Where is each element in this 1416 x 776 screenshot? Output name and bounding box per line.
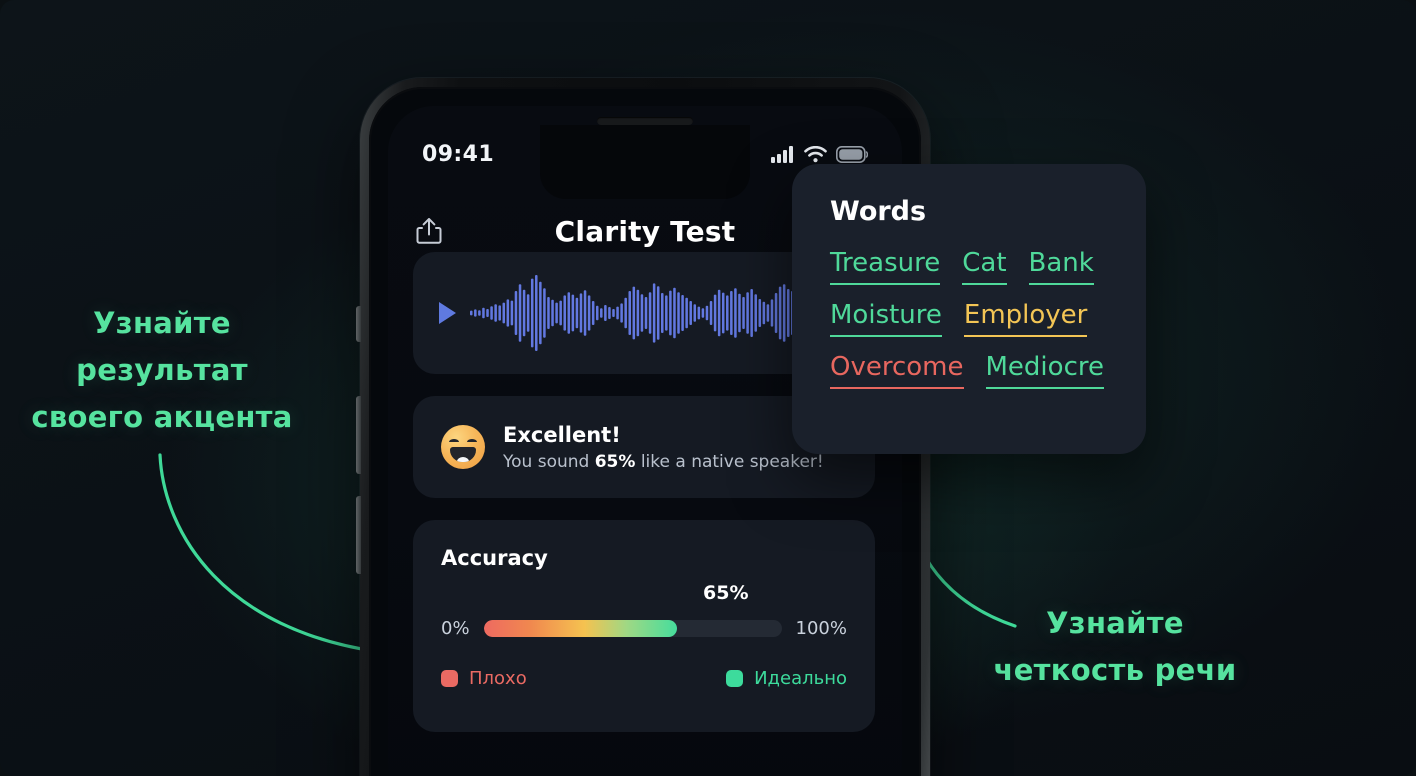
accuracy-value: 65% <box>703 582 749 604</box>
feedback-subtitle-suffix: like a native speaker! <box>635 451 824 472</box>
feedback-subtitle: You sound 65% like a native speaker! <box>503 452 824 472</box>
emoji-eye-right <box>467 439 477 445</box>
word-chip[interactable]: Treasure <box>830 248 941 286</box>
promo-text-left: Узнайте результат своего акцента <box>31 306 293 434</box>
emoji-tongue <box>457 457 469 462</box>
phone-volume-down-button[interactable] <box>356 496 361 574</box>
accuracy-card: Accuracy 65% 0% 100% Плохо Идеально <box>413 520 875 732</box>
word-chip[interactable]: Overcome <box>830 353 964 390</box>
share-icon <box>416 218 442 244</box>
feedback-subtitle-prefix: You sound <box>503 451 595 472</box>
accuracy-max-label: 100% <box>795 618 847 639</box>
legend-swatch-perfect <box>726 670 744 687</box>
word-chip[interactable]: Bank <box>1028 248 1094 286</box>
feedback-text: Excellent! You sound 65% like a native s… <box>503 423 824 472</box>
legend-swatch-poor <box>441 670 458 687</box>
status-time: 09:41 <box>422 141 495 167</box>
phone-volume-up-button[interactable] <box>356 396 361 474</box>
word-chip[interactable]: Cat <box>962 248 1007 286</box>
accuracy-progress-fill <box>483 620 678 637</box>
accuracy-legend: Плохо Идеально <box>441 668 847 689</box>
cellular-signal-icon <box>771 145 793 163</box>
accuracy-min-label: 0% <box>441 618 470 639</box>
word-chip[interactable]: Employer <box>963 301 1088 338</box>
wifi-icon <box>804 145 827 162</box>
share-button[interactable] <box>412 214 446 248</box>
accuracy-title: Accuracy <box>441 546 548 570</box>
battery-icon <box>836 145 868 163</box>
legend-label-perfect: Идеально <box>754 668 847 689</box>
emoji-eye-left <box>449 439 459 445</box>
words-card: Words Treasure Cat Bank Moisture Employer Ove… <box>792 164 1146 454</box>
word-chip[interactable]: Moisture <box>830 301 942 338</box>
feedback-title: Excellent! <box>503 422 621 447</box>
promo-text-right: Узнайте четкость речи <box>993 606 1237 687</box>
words-list: Treasure Cat Bank Moisture Employer Overcome M… <box>830 248 1108 390</box>
play-icon[interactable] <box>439 302 456 324</box>
words-card-title: Words <box>830 196 927 227</box>
word-chip[interactable]: Mediocre <box>985 353 1104 390</box>
promo-scene: Узнайте результат своего акцента Узнайте… <box>0 0 1416 776</box>
status-icons <box>771 145 868 163</box>
grinning-face-icon <box>441 425 485 469</box>
legend-label-poor: Плохо <box>469 668 527 689</box>
accuracy-progress-track[interactable] <box>483 620 782 637</box>
legend-item-perfect: Идеально <box>726 668 847 689</box>
phone-mute-switch[interactable] <box>356 306 361 342</box>
emoji-mouth <box>450 447 476 462</box>
accuracy-bar-row: 0% 100% <box>441 618 847 639</box>
feedback-subtitle-value: 65% <box>594 451 636 472</box>
legend-item-poor: Плохо <box>441 668 527 689</box>
speaker-grille <box>597 117 693 125</box>
